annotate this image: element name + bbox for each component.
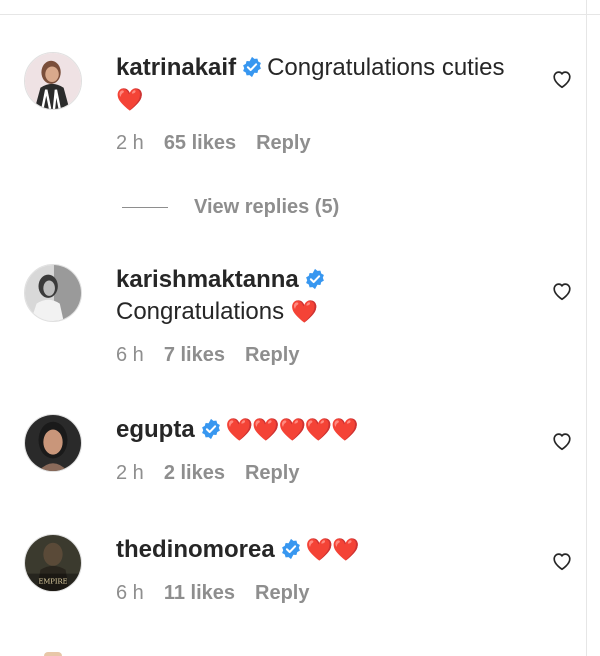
comment-body: karishmaktanna Congratulations ❤️ bbox=[116, 264, 536, 328]
comment-meta: 2 h 2 likes Reply bbox=[116, 462, 319, 485]
comment-meta: 6 h 11 likes Reply bbox=[116, 582, 329, 605]
comment-username[interactable]: thedinomorea bbox=[116, 536, 275, 563]
heart-outline-icon[interactable] bbox=[551, 430, 573, 452]
comment-timestamp[interactable]: 6 h bbox=[116, 582, 144, 604]
avatar[interactable]: EMPIRE bbox=[24, 534, 82, 592]
verified-badge-icon bbox=[241, 56, 263, 78]
likes-count-button[interactable]: 65 likes bbox=[164, 132, 236, 154]
comment-timestamp[interactable]: 2 h bbox=[116, 462, 144, 484]
verified-badge-icon bbox=[280, 538, 302, 560]
top-divider bbox=[0, 14, 600, 15]
avatar-caption: EMPIRE bbox=[38, 577, 67, 585]
likes-count-button[interactable]: 2 likes bbox=[164, 462, 225, 484]
comment-body: thedinomorea ❤️❤️ bbox=[116, 534, 536, 566]
heart-emoji: ❤️ bbox=[116, 87, 143, 112]
heart-emoji: ❤️ bbox=[290, 299, 318, 324]
comment-meta: 6 h 7 likes Reply bbox=[116, 344, 319, 367]
avatar[interactable] bbox=[24, 414, 82, 472]
comment-username[interactable]: katrinakaif bbox=[116, 54, 236, 81]
reply-button[interactable]: Reply bbox=[256, 132, 310, 154]
comment-username[interactable]: egupta bbox=[116, 416, 195, 443]
likes-count-button[interactable]: 7 likes bbox=[164, 344, 225, 366]
next-comment-avatar-peek bbox=[44, 652, 62, 656]
comment-body: katrinakaif Congratulations cuties ❤️ bbox=[116, 52, 536, 116]
view-replies-button[interactable]: View replies (5) bbox=[122, 196, 339, 219]
comment-timestamp[interactable]: 6 h bbox=[116, 344, 144, 366]
reply-button[interactable]: Reply bbox=[255, 582, 309, 604]
comment-meta: 2 h 65 likes Reply bbox=[116, 132, 331, 155]
heart-outline-icon[interactable] bbox=[551, 280, 573, 302]
comment-timestamp[interactable]: 2 h bbox=[116, 132, 144, 154]
reply-button[interactable]: Reply bbox=[245, 462, 299, 484]
verified-badge-icon bbox=[304, 268, 326, 290]
view-replies-label: View replies (5) bbox=[194, 196, 340, 218]
comment-username[interactable]: karishmaktanna bbox=[116, 266, 299, 293]
scroll-edge-divider bbox=[586, 0, 587, 656]
heart-emoji: ❤️❤️ bbox=[305, 537, 360, 562]
view-replies-line bbox=[122, 207, 168, 209]
avatar[interactable] bbox=[24, 264, 82, 322]
heart-outline-icon[interactable] bbox=[551, 68, 573, 90]
avatar[interactable] bbox=[24, 52, 82, 110]
heart-outline-icon[interactable] bbox=[551, 550, 573, 572]
verified-badge-icon bbox=[200, 418, 222, 440]
comment-body: egupta ❤️❤️❤️❤️❤️ bbox=[116, 414, 536, 446]
heart-emoji: ❤️❤️❤️❤️❤️ bbox=[225, 417, 359, 442]
likes-count-button[interactable]: 11 likes bbox=[164, 582, 235, 604]
comment-text: Congratulations bbox=[116, 298, 285, 325]
comment-text: Congratulations cuties bbox=[267, 54, 505, 81]
reply-button[interactable]: Reply bbox=[245, 344, 299, 366]
